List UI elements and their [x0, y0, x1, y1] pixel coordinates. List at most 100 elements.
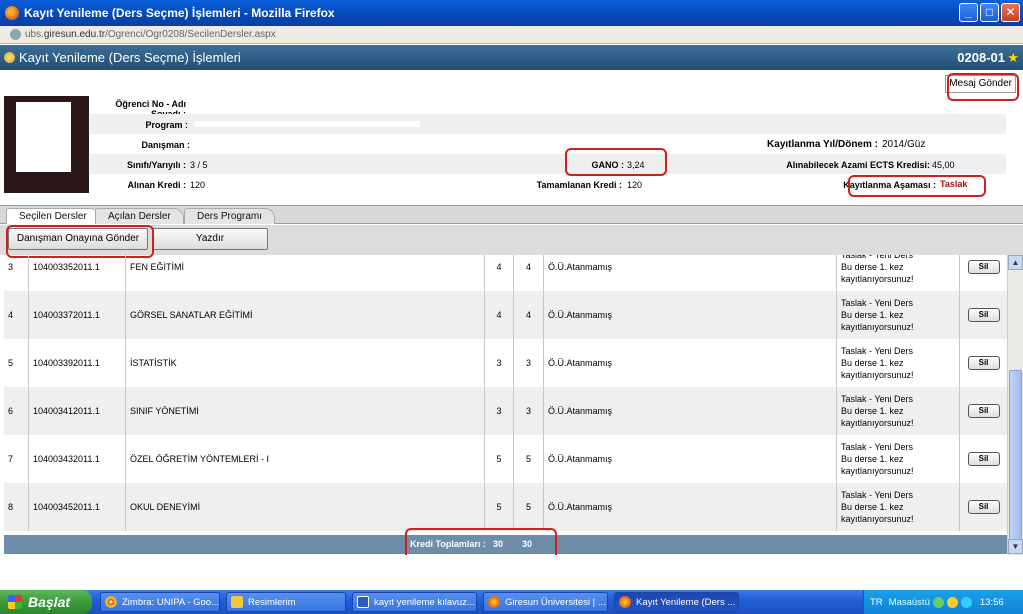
course-k-text: 5 — [525, 454, 531, 464]
taskbar-item-label: Giresun Üniversitesi | ... — [505, 596, 606, 608]
favorite-star-icon[interactable]: ★ — [1007, 50, 1019, 66]
course-name-text: ÖZEL ÖĞRETİM YÖNTEMLERİ - I — [130, 454, 270, 464]
course-code-text: 104003352011.1 — [33, 262, 100, 272]
status-line: Bu derse 1. kez — [841, 406, 904, 416]
totals-k: 30 — [522, 539, 533, 549]
course-code: 104003452011.1 — [28, 483, 125, 531]
course-name: OKUL DENEYİMİ — [125, 483, 484, 531]
taskbar-item-label: Kayıt Yenileme (Ders ... — [636, 596, 736, 608]
credit-totals-row: Kredi Toplamları : 30 30 — [4, 535, 1007, 554]
message-row: Mesaj Gönder — [0, 70, 1023, 94]
delete-button[interactable]: Sil — [967, 308, 1000, 322]
info-row-advisor: Danışman : Kayıtlanma Yıl/Dönem : 2014/G… — [90, 134, 1006, 154]
lecturer: Ö.Ü.Atanmamış — [543, 483, 836, 531]
scroll-up-arrow-icon[interactable]: ▲ — [1008, 255, 1023, 270]
totals-label: Kredi Toplamları : — [410, 539, 486, 549]
row-number-text: 4 — [8, 310, 14, 320]
course-t-text: 5 — [496, 454, 502, 464]
course-t-text: 5 — [496, 502, 502, 512]
course-k-text: 3 — [525, 406, 531, 416]
delete-button[interactable]: Sil — [967, 452, 1000, 466]
vertical-scrollbar[interactable]: ▲ ▼ — [1007, 255, 1023, 555]
stage-label: Kayıtlanma Aşaması : — [843, 180, 936, 190]
window-controls: _ □ ✕ — [959, 3, 1020, 22]
send-message-button[interactable]: Mesaj Gönder — [945, 75, 1016, 93]
close-button[interactable]: ✕ — [1001, 3, 1020, 22]
lecturer: Ö.Ü.Atanmamış — [543, 435, 836, 483]
table-row: 8 104003452011.1 OKUL DENEYİMİ 5 5 Ö.Ü.Atanma… — [4, 483, 1007, 531]
lecturer-text: Ö.Ü.Atanmamış — [548, 310, 613, 320]
print-button[interactable]: Yazdır — [152, 228, 268, 250]
tab-course-schedule[interactable]: Ders Programı — [184, 208, 276, 224]
taskbar-item-label: Resimlerim — [248, 596, 296, 608]
row-number-text: 6 — [8, 406, 14, 416]
scroll-thumb[interactable] — [1009, 370, 1022, 545]
delete-button[interactable]: Sil — [967, 260, 1000, 274]
address-bar[interactable]: ubs.giresun.edu.tr/Ogrenci/Ogr0208/Secil… — [0, 26, 1023, 44]
taskbar-item-zimbra[interactable]: Zimbra: UNIPA - Goo... — [100, 592, 220, 612]
course-k: 5 — [513, 435, 543, 483]
course-k: 4 — [513, 255, 543, 291]
status-line: Taslak - Yeni Ders — [841, 490, 914, 500]
word-document-icon — [357, 596, 369, 608]
update-icon[interactable] — [960, 596, 972, 608]
maximize-button[interactable]: □ — [980, 3, 999, 22]
language-indicator[interactable]: TR — [870, 597, 883, 608]
status-line: Taslak - Yeni Ders — [841, 298, 914, 308]
taskbar-item-pictures[interactable]: Resimlerim — [226, 592, 346, 612]
course-code: 104003392011.1 — [28, 339, 125, 387]
program-redacted — [195, 121, 420, 127]
scroll-down-arrow-icon[interactable]: ▼ — [1008, 539, 1023, 554]
row-number: 4 — [4, 291, 28, 339]
tab-open-courses[interactable]: Açılan Dersler — [95, 208, 184, 224]
lecturer: Ö.Ü.Atanmamış — [543, 339, 836, 387]
course-name: ÖZEL ÖĞRETİM YÖNTEMLERİ - I — [125, 435, 484, 483]
table-row: 3 104003352011.1 FEN EĞİTİMİ 4 4 Ö.Ü.Atanmamı… — [4, 255, 1007, 291]
course-code-text: 104003432011.1 — [33, 454, 100, 464]
advisor-label: Danışman : — [141, 140, 190, 150]
status-line: Taslak - Yeni Ders — [841, 346, 914, 356]
course-k-text: 4 — [525, 262, 531, 272]
taskbar-item-label: Zimbra: UNIPA - Goo... — [122, 596, 219, 608]
delete-button[interactable]: Sil — [967, 356, 1000, 370]
lecturer: Ö.Ü.Atanmamış — [543, 255, 836, 291]
taskbar-item-guide[interactable]: kayıt yenileme kılavuz... — [352, 592, 477, 612]
delete-button[interactable]: Sil — [967, 404, 1000, 418]
term-label: Kayıtlanma Yıl/Dönem : — [767, 139, 878, 150]
course-code: 104003432011.1 — [28, 435, 125, 483]
lecturer-text: Ö.Ü.Atanmamış — [548, 454, 613, 464]
program-label: Program : — [145, 120, 188, 130]
site-identity-icon — [10, 29, 21, 40]
delete-cell: Sil — [959, 255, 1007, 291]
lecturer: Ö.Ü.Atanmamış — [543, 387, 836, 435]
minimize-button[interactable]: _ — [959, 3, 978, 22]
row-number: 8 — [4, 483, 28, 531]
row-number: 5 — [4, 339, 28, 387]
lecturer-text: Ö.Ü.Atanmamış — [548, 406, 613, 416]
course-table: 3 104003352011.1 FEN EĞİTİMİ 4 4 Ö.Ü.Atanmamı… — [4, 255, 1007, 535]
send-advisor-approval-button[interactable]: Danışman Onayına Gönder — [8, 228, 148, 250]
network-icon[interactable] — [932, 596, 944, 608]
status-line: kayıtlanıyorsunuz! — [841, 274, 914, 284]
row-number-text: 5 — [8, 358, 14, 368]
course-name-text: SINIF YÖNETİMİ — [130, 406, 199, 416]
firefox-icon — [619, 596, 631, 608]
delete-button[interactable]: Sil — [967, 500, 1000, 514]
totals-t: 30 — [493, 539, 504, 549]
taskbar-item-registration[interactable]: Kayıt Yenileme (Ders ... — [614, 592, 739, 612]
course-code: 104003412011.1 — [28, 387, 125, 435]
taskbar-item-giresun[interactable]: Giresun Üniversitesi | ... — [483, 592, 608, 612]
course-k-text: 4 — [525, 310, 531, 320]
delete-cell: Sil — [959, 387, 1007, 435]
course-t: 4 — [484, 255, 513, 291]
folder-icon — [231, 596, 243, 608]
security-icon[interactable] — [946, 596, 958, 608]
tab-selected-courses[interactable]: Seçilen Dersler — [6, 208, 100, 224]
course-status: Taslak - Yeni Ders Bu derse 1. kez kayıtla… — [836, 291, 959, 339]
firefox-icon — [5, 6, 19, 20]
student-info-panel: Öğrenci No - Adı Soyadı : Program : Danı… — [4, 94, 1006, 194]
completed-credit-label: Tamamlanan Kredi : — [536, 180, 622, 190]
start-button[interactable]: Başlat — [0, 590, 92, 614]
status-line: Bu derse 1. kez — [841, 310, 904, 320]
desktop-toolbar-label[interactable]: Masaüstü — [889, 597, 930, 608]
